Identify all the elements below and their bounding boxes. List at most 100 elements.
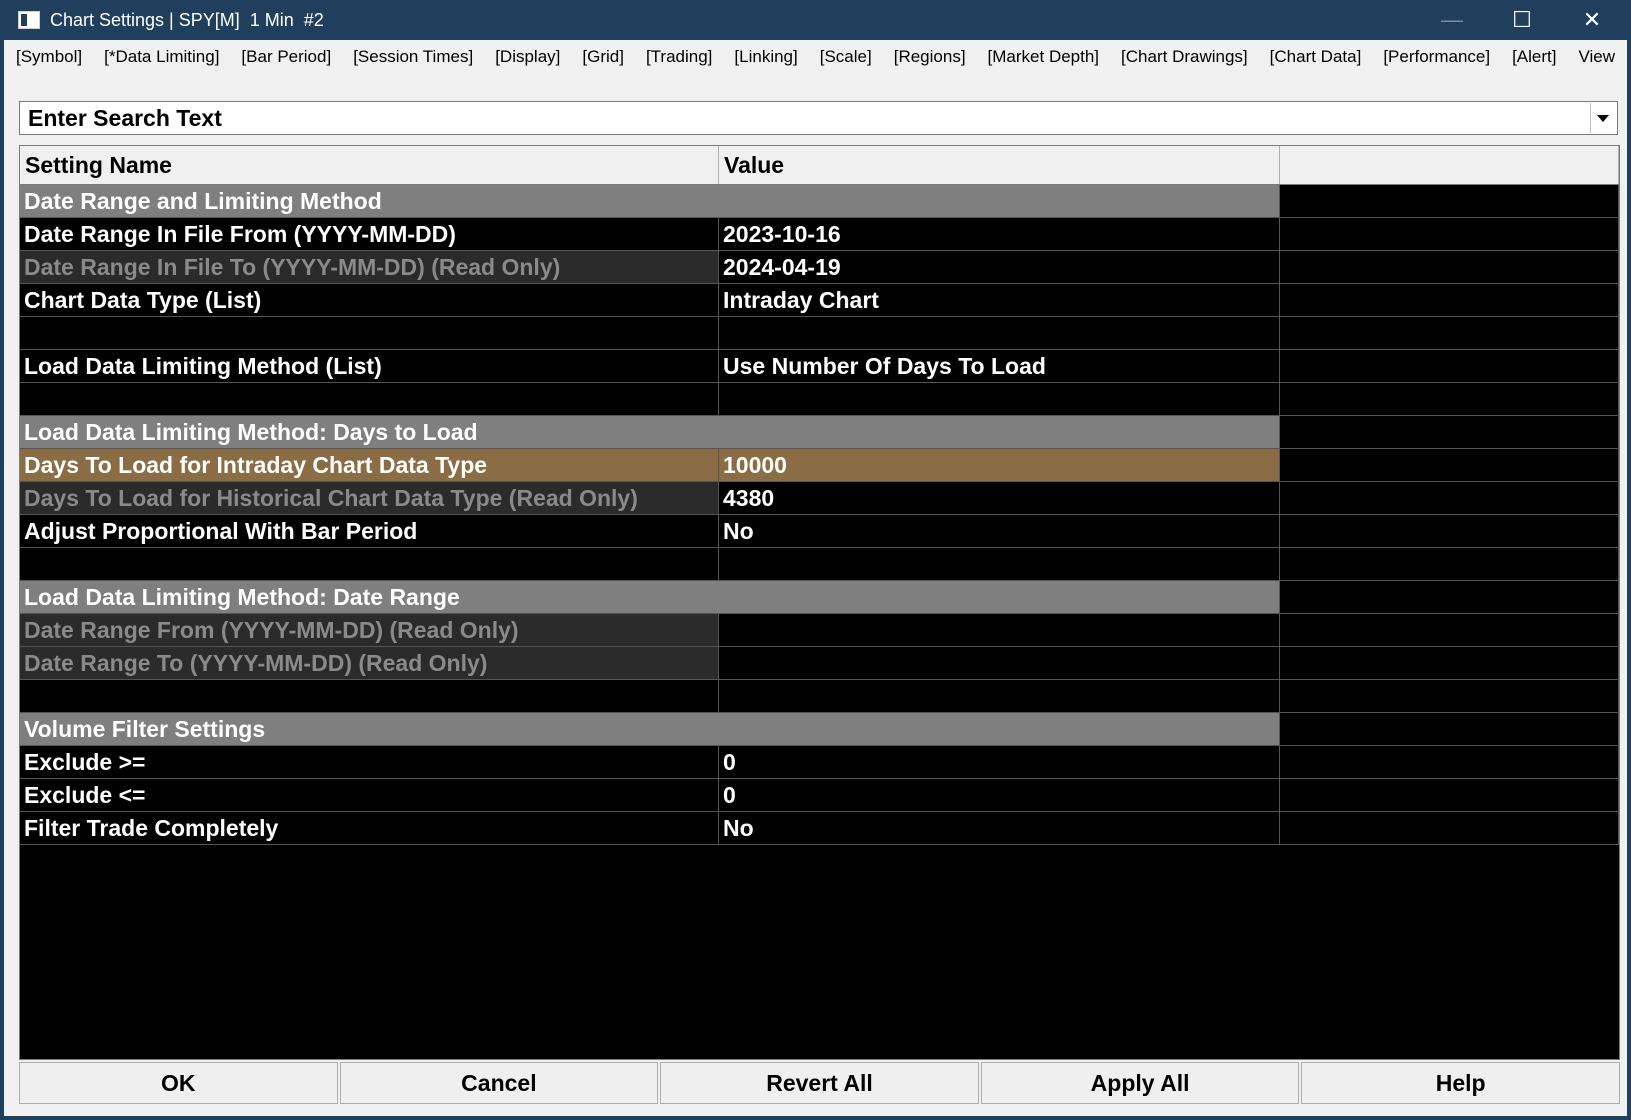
title-bar[interactable]: Chart Settings | SPY[M] 1 Min #2 — ☐ ✕ [4, 0, 1627, 40]
setting-value-cell[interactable]: 0 [719, 746, 1280, 778]
setting-name-cell: Days To Load for Intraday Chart Data Typ… [20, 449, 719, 481]
window-controls: — ☐ ✕ [1417, 0, 1627, 40]
chevron-down-icon [1597, 114, 1609, 122]
section-title: Load Data Limiting Method: Date Range [20, 581, 1280, 613]
extra-cell [1280, 482, 1619, 514]
setting-value-cell[interactable]: No [719, 515, 1280, 547]
setting-value-cell: 2024-04-19 [719, 251, 1280, 283]
maximize-button[interactable]: ☐ [1487, 0, 1557, 40]
setting-row[interactable]: Date Range From (YYYY-MM-DD) (Read Only) [20, 614, 1619, 647]
extra-cell [1280, 185, 1619, 217]
setting-row[interactable]: Date Range In File To (YYYY-MM-DD) (Read… [20, 251, 1619, 284]
setting-value-cell[interactable]: 10000 [719, 449, 1280, 481]
extra-cell [1280, 680, 1619, 712]
setting-row [20, 317, 1619, 350]
tab-display[interactable]: [Display] [495, 46, 560, 68]
tab-linking[interactable]: [Linking] [734, 46, 797, 68]
tab-view[interactable]: View [1578, 46, 1615, 68]
search-dropdown-button[interactable] [1590, 103, 1615, 133]
extra-cell [1280, 713, 1619, 745]
section-title: Load Data Limiting Method: Days to Load [20, 416, 1280, 448]
tab-alert[interactable]: [Alert] [1512, 46, 1556, 68]
setting-value-cell[interactable]: 2023-10-16 [719, 218, 1280, 250]
setting-name-cell: Date Range In File To (YYYY-MM-DD) (Read… [20, 251, 719, 283]
extra-cell [1280, 317, 1619, 349]
extra-cell [1280, 416, 1619, 448]
tab-chart-drawings[interactable]: [Chart Drawings] [1121, 46, 1248, 68]
cancel-button[interactable]: Cancel [339, 1062, 659, 1104]
setting-row[interactable]: Load Data Limiting Method (List) Use Numb… [20, 350, 1619, 383]
extra-cell [1280, 746, 1619, 778]
tab-grid[interactable]: [Grid] [582, 46, 624, 68]
close-button[interactable]: ✕ [1557, 0, 1627, 40]
tab-performance[interactable]: [Performance] [1383, 46, 1490, 68]
setting-value-cell[interactable]: 0 [719, 779, 1280, 811]
setting-row[interactable]: Chart Data Type (List) Intraday Chart [20, 284, 1619, 317]
setting-row[interactable]: Filter Trade Completely No [20, 812, 1619, 845]
extra-cell [1280, 548, 1619, 580]
settings-tab-menu: [Symbol] [*Data Limiting] [Bar Period] [… [16, 42, 1621, 68]
setting-name-cell: Exclude <= [20, 779, 719, 811]
setting-name-cell: Days To Load for Historical Chart Data T… [20, 482, 719, 514]
setting-value-cell[interactable]: Use Number Of Days To Load [719, 350, 1280, 382]
tab-regions[interactable]: [Regions] [894, 46, 966, 68]
setting-row [20, 548, 1619, 581]
header-setting-name[interactable]: Setting Name [20, 146, 719, 184]
section-header-row: Load Data Limiting Method: Days to Load [20, 416, 1619, 449]
tab-symbol[interactable]: [Symbol] [16, 46, 82, 68]
section-title: Date Range and Limiting Method [20, 185, 1280, 217]
setting-name-cell [20, 383, 719, 415]
revert-all-button[interactable]: Revert All [660, 1062, 979, 1104]
grid-body: Date Range and Limiting Method Date Range… [20, 185, 1619, 845]
setting-row[interactable]: Adjust Proportional With Bar Period No [20, 515, 1619, 548]
setting-row[interactable]: Days To Load for Historical Chart Data T… [20, 482, 1619, 515]
header-value[interactable]: Value [719, 146, 1280, 184]
extra-cell [1280, 581, 1619, 613]
extra-cell [1280, 449, 1619, 481]
setting-value-cell [719, 548, 1280, 580]
setting-value-cell[interactable]: Intraday Chart [719, 284, 1280, 316]
grid-header: Setting Name Value [20, 146, 1619, 185]
app-icon [18, 11, 40, 29]
setting-value-cell [719, 680, 1280, 712]
setting-value-cell [719, 647, 1280, 679]
setting-value-cell: 4380 [719, 482, 1280, 514]
setting-row[interactable]: Exclude <= 0 [20, 779, 1619, 812]
setting-row[interactable]: Date Range In File From (YYYY-MM-DD) 2023… [20, 218, 1619, 251]
extra-cell [1280, 251, 1619, 283]
window-title: Chart Settings | SPY[M] 1 Min #2 [50, 9, 324, 30]
setting-row[interactable]: Exclude >= 0 [20, 746, 1619, 779]
setting-row[interactable]: Days To Load for Intraday Chart Data Typ… [20, 449, 1619, 482]
tab-data-limiting[interactable]: [*Data Limiting] [104, 46, 219, 68]
header-extra [1280, 146, 1619, 184]
apply-all-button[interactable]: Apply All [980, 1062, 1300, 1104]
section-title: Volume Filter Settings [20, 713, 1280, 745]
extra-cell [1280, 383, 1619, 415]
tab-market-depth[interactable]: [Market Depth] [988, 46, 1100, 68]
extra-cell [1280, 812, 1619, 844]
extra-cell [1280, 647, 1619, 679]
help-button[interactable]: Help [1301, 1062, 1620, 1104]
minimize-button[interactable]: — [1417, 0, 1487, 40]
extra-cell [1280, 614, 1619, 646]
section-header-row: Volume Filter Settings [20, 713, 1619, 746]
setting-row[interactable]: Date Range To (YYYY-MM-DD) (Read Only) [20, 647, 1619, 680]
settings-grid: Setting Name Value Date Range and Limiti… [19, 145, 1620, 1060]
tab-session-times[interactable]: [Session Times] [353, 46, 473, 68]
setting-name-cell [20, 548, 719, 580]
setting-value-cell[interactable]: No [719, 812, 1280, 844]
setting-name-cell: Load Data Limiting Method (List) [20, 350, 719, 382]
section-header-row: Date Range and Limiting Method [20, 185, 1619, 218]
setting-name-cell: Chart Data Type (List) [20, 284, 719, 316]
setting-value-cell [719, 383, 1280, 415]
setting-name-cell: Date Range From (YYYY-MM-DD) (Read Only) [20, 614, 719, 646]
search-input[interactable] [20, 102, 1590, 134]
ok-button[interactable]: OK [19, 1062, 338, 1104]
tab-scale[interactable]: [Scale] [820, 46, 872, 68]
setting-row [20, 680, 1619, 713]
tab-trading[interactable]: [Trading] [646, 46, 712, 68]
tab-chart-data[interactable]: [Chart Data] [1270, 46, 1362, 68]
tab-bar-period[interactable]: [Bar Period] [241, 46, 331, 68]
setting-name-cell: Filter Trade Completely [20, 812, 719, 844]
extra-cell [1280, 350, 1619, 382]
